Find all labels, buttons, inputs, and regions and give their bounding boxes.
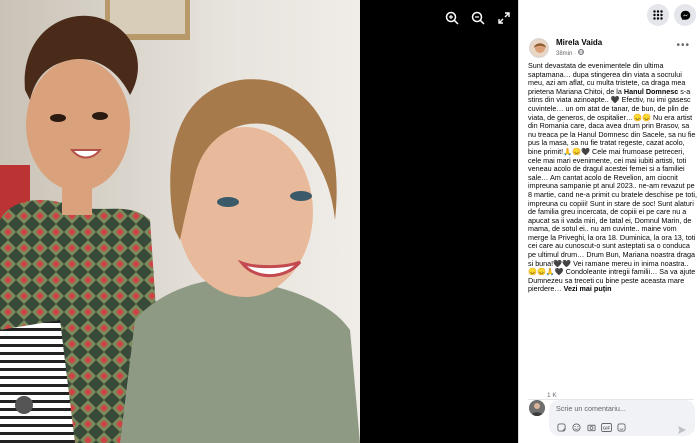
zoom-out-icon: [471, 11, 485, 25]
zoom-in-icon: [445, 11, 459, 25]
selfie-image: [0, 0, 360, 443]
author-name[interactable]: Mirela Vaida: [556, 38, 602, 47]
globe-icon: [577, 49, 584, 55]
camera-icon[interactable]: [585, 422, 597, 432]
post-header: Mirela Vaida 38min · •••: [529, 38, 694, 62]
fullscreen-button[interactable]: [494, 8, 514, 28]
avatar-image: [530, 39, 548, 57]
post-side-panel: Mirela Vaida 38min · ••• Sunt devastata …: [519, 0, 700, 443]
sticker-icon[interactable]: [555, 422, 567, 432]
post-time[interactable]: 38min: [556, 51, 572, 57]
post-text-part-5: Cele mai frumoase petreceri, cele mai ma…: [528, 146, 697, 268]
grid-menu-icon: [653, 10, 663, 20]
see-less-link[interactable]: Vezi mai puțin: [564, 284, 612, 294]
comment-placeholder: Scrie un comentariu...: [556, 404, 626, 413]
menu-button[interactable]: [647, 4, 669, 26]
send-button[interactable]: [677, 422, 689, 434]
fullscreen-icon: [498, 12, 510, 24]
post-meta: 38min ·: [556, 49, 584, 57]
messenger-button[interactable]: [674, 4, 696, 26]
zoom-in-button[interactable]: [442, 8, 462, 28]
reactions-count[interactable]: 1 K: [547, 392, 557, 399]
send-icon: [678, 426, 686, 434]
comment-icons: GIF: [555, 422, 627, 432]
commenter-avatar-image: [529, 400, 545, 416]
zoom-out-button[interactable]: [468, 8, 488, 28]
svg-text:GIF: GIF: [602, 425, 610, 430]
emoji-icon[interactable]: [570, 422, 582, 432]
commenter-avatar: [529, 400, 545, 416]
photo-viewer: [0, 0, 519, 443]
comment-input[interactable]: Scrie un comentariu... GIF: [549, 400, 695, 436]
more-options-button[interactable]: •••: [676, 40, 690, 51]
top-bar: [519, 0, 700, 28]
messenger-icon: [680, 10, 690, 20]
post-text: Sunt devastata de evenimentele din ultim…: [528, 61, 697, 294]
gif-icon[interactable]: GIF: [600, 422, 612, 432]
post-photo[interactable]: [0, 0, 360, 443]
smiley-sticker-icon[interactable]: [615, 422, 627, 432]
author-avatar[interactable]: [529, 38, 549, 58]
